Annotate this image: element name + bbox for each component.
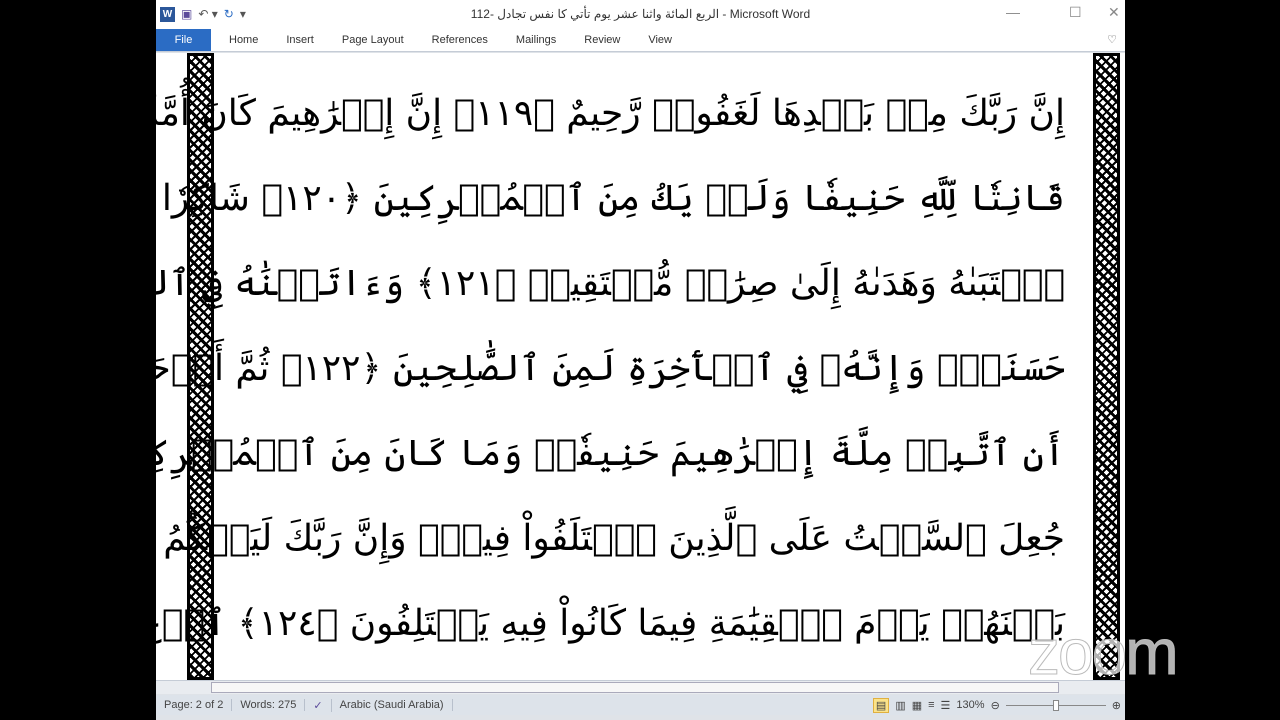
outline-view-icon[interactable]: ≡ <box>928 699 934 711</box>
document-text[interactable]: إِنَّ رَبَّكَ مِنۢ بَعۡدِهَا لَغَفُورٞ ر… <box>156 71 1065 666</box>
maximize-button[interactable]: ☐ <box>1069 4 1082 21</box>
tab-references[interactable]: References <box>418 29 502 51</box>
print-layout-view-icon[interactable]: ▤ <box>872 697 890 713</box>
status-bar: Page: 2 of 2 Words: 275 ✓ Arabic (Saudi … <box>156 695 1125 715</box>
tab-file[interactable]: File <box>156 29 211 51</box>
text-line: إِنَّ رَبَّكَ مِنۢ بَعۡدِهَا لَغَفُورٞ ر… <box>156 93 1065 134</box>
zoom-level[interactable]: 130% <box>956 699 984 711</box>
window-title: الربع المائة واثنا عشر يوم تأتي كا نفس ت… <box>470 7 811 21</box>
tab-home[interactable]: Home <box>215 29 272 51</box>
tab-review[interactable]: Review <box>570 29 634 51</box>
zoom-slider[interactable] <box>1005 699 1106 711</box>
text-line: جُعِلَ ٱلسَّبۡتُ عَلَى ٱلَّذِينَ ٱخۡتَلَ… <box>163 518 1065 559</box>
title-bar: W ▣ ↶ ▾ ↻ ▾ الربع المائة واثنا عشر يوم ت… <box>156 0 1125 28</box>
text-line: بَيۡنَهُمۡ يَوۡمَ ٱلۡقِيَٰمَةِ فِيمَا كَ… <box>156 603 1065 644</box>
tab-page-layout[interactable]: Page Layout <box>328 29 418 51</box>
ribbon-tabs: File Home Insert Page Layout References … <box>156 28 1125 52</box>
zoom-in-button[interactable]: ⊕ <box>1112 699 1121 712</box>
horizontal-scrollbar[interactable] <box>156 680 1125 694</box>
text-line: ٱجۡتَبَىٰهُ وَهَدَىٰهُ إِلَىٰ صِرَٰطٖ مُ… <box>156 263 1065 304</box>
draft-view-icon[interactable]: ☰ <box>941 699 951 712</box>
language[interactable]: Arabic (Saudi Arabia) <box>332 699 453 711</box>
zoom-out-button[interactable]: ⊖ <box>991 699 1000 712</box>
zoom-watermark: zoom <box>1028 616 1179 689</box>
close-button[interactable]: ✕ <box>1108 4 1120 21</box>
word-window: W ▣ ↶ ▾ ↻ ▾ الربع المائة واثنا عشر يوم ت… <box>156 0 1125 720</box>
word-count[interactable]: Words: 275 <box>232 699 306 711</box>
tab-insert[interactable]: Insert <box>272 29 328 51</box>
scrollbar-thumb[interactable] <box>211 682 1059 693</box>
text-line: أَنِ ٱتَّبِعۡ مِلَّةَ إِبۡرَٰهِيمَ حَنِي… <box>156 433 1065 474</box>
tab-view[interactable]: View <box>634 29 686 51</box>
tab-mailings[interactable]: Mailings <box>502 29 570 51</box>
full-screen-reading-icon[interactable]: ▥ <box>895 699 905 712</box>
ribbon-collapse-icon[interactable]: ♡ <box>1107 29 1125 51</box>
page-border-right <box>1093 53 1120 680</box>
text-line: قَانِتٗا لِّلَّهِ حَنِيفٗا وَلَمۡ يَكُ م… <box>156 178 1065 219</box>
text-line: حَسَنَةٗۖ وَإِنَّهُۥ فِي ٱلۡأٓخِرَةِ لَم… <box>156 348 1065 389</box>
document-page[interactable]: إِنَّ رَبَّكَ مِنۢ بَعۡدِهَا لَغَفُورٞ ر… <box>156 53 1125 680</box>
web-layout-icon[interactable]: ▦ <box>912 699 922 712</box>
proofing-icon[interactable]: ✓ <box>305 698 332 712</box>
minimize-button[interactable]: — <box>1006 4 1020 20</box>
page-count[interactable]: Page: 2 of 2 <box>156 699 233 711</box>
